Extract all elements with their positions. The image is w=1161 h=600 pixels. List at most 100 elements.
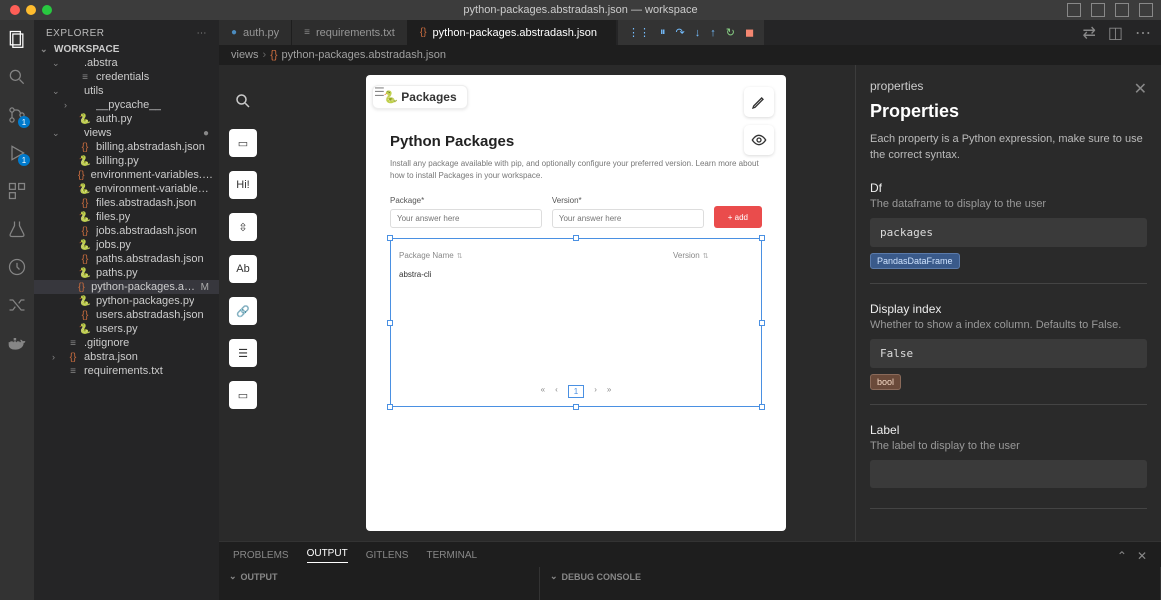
resize-handle[interactable]	[573, 404, 579, 410]
layout-icon-2[interactable]	[1091, 3, 1105, 17]
version-input[interactable]	[552, 209, 704, 228]
pagination-4[interactable]: »	[607, 385, 611, 398]
resize-handle[interactable]	[759, 320, 765, 326]
table-header-name[interactable]: Package Name⇅	[399, 251, 673, 260]
shuffle-icon[interactable]	[6, 294, 28, 316]
pagination-0[interactable]: «	[541, 385, 545, 398]
run-debug-icon[interactable]: 1	[6, 142, 28, 164]
file-item-billing-py[interactable]: 🐍billing.py	[34, 154, 219, 168]
palette-search-icon[interactable]	[229, 87, 257, 115]
pagination-3[interactable]: ›	[594, 385, 597, 398]
widget-palette-item-0[interactable]: ▭	[229, 129, 257, 157]
window-close-button[interactable]	[10, 5, 20, 15]
debug-stop-icon[interactable]: ◼	[745, 26, 754, 39]
widget-palette-item-2[interactable]: ⇳	[229, 213, 257, 241]
explorer-icon[interactable]	[6, 28, 28, 50]
prop-code-input[interactable]: packages	[870, 218, 1147, 247]
file-item-views[interactable]: ⌄views●	[34, 126, 219, 140]
file-item-python-packages-py[interactable]: 🐍python-packages.py	[34, 294, 219, 308]
debug-grip-icon[interactable]: ⋮⋮	[628, 26, 650, 39]
widget-palette-item-5[interactable]: ☰	[229, 339, 257, 367]
window-maximize-button[interactable]	[42, 5, 52, 15]
workspace-header[interactable]: ⌄ WORKSPACE	[34, 43, 219, 56]
terminal-tab-gitlens[interactable]: GITLENS	[366, 550, 409, 561]
widget-palette-item-1[interactable]: Hi!	[229, 171, 257, 199]
preview-mode-button[interactable]	[744, 125, 774, 155]
file-item-users-abstradash-json[interactable]: {}users.abstradash.json	[34, 308, 219, 322]
debug-console-header[interactable]: ⌄DEBUG CONSOLE	[550, 571, 1150, 582]
output-column-header[interactable]: ⌄OUTPUT	[229, 571, 529, 582]
panel-close-icon[interactable]: ✕	[1137, 549, 1147, 563]
terminal-tab-terminal[interactable]: TERMINAL	[426, 550, 477, 561]
docker-icon[interactable]	[6, 332, 28, 354]
file-item-billing-abstradash-json[interactable]: {}billing.abstradash.json	[34, 140, 219, 154]
property-block-label: LabelThe label to display to the user	[870, 423, 1147, 509]
terminal-tab-output[interactable]: OUTPUT	[307, 548, 348, 563]
file-item-credentials[interactable]: ≡credentials	[34, 70, 219, 84]
debug-step-out-icon[interactable]: ↑	[710, 27, 716, 39]
resize-handle[interactable]	[387, 404, 393, 410]
file-item-requirements-txt[interactable]: ≡requirements.txt	[34, 364, 219, 378]
table-header-version[interactable]: Version⇅	[673, 251, 753, 260]
resize-handle[interactable]	[387, 235, 393, 241]
edit-mode-button[interactable]	[744, 87, 774, 117]
file-item-paths-py[interactable]: 🐍paths.py	[34, 266, 219, 280]
resize-handle[interactable]	[759, 235, 765, 241]
resize-handle[interactable]	[387, 320, 393, 326]
search-icon[interactable]	[6, 66, 28, 88]
canvas-menu-icon[interactable]: ☰	[374, 85, 385, 99]
debug-restart-icon[interactable]: ↻	[726, 26, 735, 39]
file-item-environment-variables-py[interactable]: 🐍environment-variables.py	[34, 182, 219, 196]
panel-chevron-icon[interactable]: ⌃	[1117, 549, 1127, 563]
extensions-icon[interactable]	[6, 180, 28, 202]
file-item-users-py[interactable]: 🐍users.py	[34, 322, 219, 336]
tab-more-icon[interactable]: ⋯	[1135, 23, 1151, 43]
tab-auth-py[interactable]: ●auth.py	[219, 20, 292, 45]
prop-code-input[interactable]: False	[870, 339, 1147, 368]
table-widget-selected[interactable]: Package Name⇅ Version⇅ abstra-cli «‹1›»	[390, 238, 762, 407]
layout-icon-4[interactable]	[1139, 3, 1153, 17]
file-type-icon: 🐍	[78, 240, 92, 251]
file-item-environment-variables-abstrad---[interactable]: {}environment-variables.abstrad...	[34, 168, 219, 182]
compare-icon[interactable]: ⇄	[1082, 23, 1095, 43]
widget-palette-item-6[interactable]: ▭	[229, 381, 257, 409]
tab-requirements-txt[interactable]: ≡requirements.txt	[292, 20, 408, 45]
layout-icon-1[interactable]	[1067, 3, 1081, 17]
type-badge: bool	[870, 374, 901, 390]
file-item--gitignore[interactable]: ≡.gitignore	[34, 336, 219, 350]
source-control-icon[interactable]: 1	[6, 104, 28, 126]
widget-palette-item-4[interactable]: 🔗	[229, 297, 257, 325]
sidebar-more-icon[interactable]: ⋯	[197, 28, 208, 39]
terminal-tab-problems[interactable]: PROBLEMS	[233, 550, 289, 561]
debug-pause-icon[interactable]: ⏸	[660, 26, 666, 39]
debug-step-into-icon[interactable]: ↓	[695, 27, 701, 39]
file-item-jobs-py[interactable]: 🐍jobs.py	[34, 238, 219, 252]
file-item-python-packages-abstrad---[interactable]: {}python-packages.abstrad...M	[34, 280, 219, 294]
file-item-paths-abstradash-json[interactable]: {}paths.abstradash.json	[34, 252, 219, 266]
pagination-1[interactable]: ‹	[555, 385, 558, 398]
file-item--abstra[interactable]: ⌄.abstra	[34, 56, 219, 70]
resize-handle[interactable]	[573, 235, 579, 241]
file-item-auth-py[interactable]: 🐍auth.py	[34, 112, 219, 126]
resize-handle[interactable]	[759, 404, 765, 410]
testing-icon[interactable]	[6, 218, 28, 240]
breadcrumb[interactable]: views › {} python-packages.abstradash.js…	[219, 45, 1161, 65]
file-item-abstra-json[interactable]: ›{}abstra.json	[34, 350, 219, 364]
prop-code-input[interactable]	[870, 460, 1147, 488]
window-minimize-button[interactable]	[26, 5, 36, 15]
timeline-icon[interactable]	[6, 256, 28, 278]
debug-step-over-icon[interactable]: ↷	[676, 26, 685, 39]
split-icon[interactable]: ◫	[1108, 23, 1123, 43]
widget-palette-item-3[interactable]: Ab	[229, 255, 257, 283]
tab-python-packages-abstradash-json[interactable]: {}python-packages.abstradash.json	[408, 20, 616, 45]
file-item-files-py[interactable]: 🐍files.py	[34, 210, 219, 224]
package-input[interactable]	[390, 209, 542, 228]
file-item-jobs-abstradash-json[interactable]: {}jobs.abstradash.json	[34, 224, 219, 238]
file-item---pycache--[interactable]: ›__pycache__	[34, 98, 219, 112]
file-item-utils[interactable]: ⌄utils	[34, 84, 219, 98]
layout-icon-3[interactable]	[1115, 3, 1129, 17]
pagination-2[interactable]: 1	[568, 385, 584, 398]
close-icon[interactable]: ✕	[1134, 79, 1147, 99]
file-item-files-abstradash-json[interactable]: {}files.abstradash.json	[34, 196, 219, 210]
add-button[interactable]: + add	[714, 206, 762, 228]
